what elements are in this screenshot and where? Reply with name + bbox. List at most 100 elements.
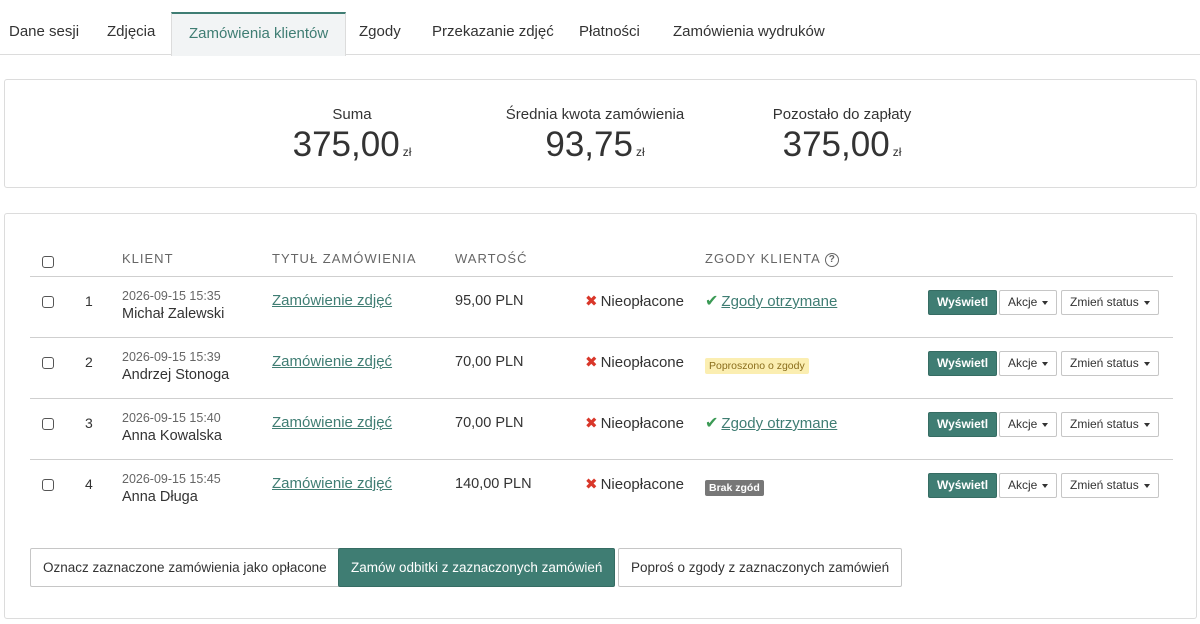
stat-total-currency: zł: [402, 145, 412, 159]
consent-status: ✔ Zgody otrzymane: [705, 413, 837, 433]
tab-client-orders[interactable]: Zamówienia klientów: [171, 12, 347, 56]
help-icon[interactable]: ?: [824, 253, 839, 267]
consent-status: Poproszono o zgody: [705, 356, 809, 374]
row-checkbox[interactable]: [42, 479, 54, 491]
table-header: KLIENT TYTUŁ ZAMÓWIENIA WARTOŚĆ ZGODY KL…: [30, 247, 870, 277]
stat-total-value: 375,00: [292, 125, 400, 164]
payment-status-label: Nieopłacone: [600, 415, 684, 432]
caret-down-icon: [1143, 300, 1150, 305]
actions-dropdown-label: Akcje: [1008, 295, 1038, 309]
header-consents-label: ZGODY KLIENTA: [705, 251, 821, 266]
table-row: 2 2026-09-15 15:39 Andrzej Stonoga Zamówien…: [30, 338, 1173, 399]
change-status-dropdown[interactable]: Zmień status: [1061, 412, 1159, 437]
actions-dropdown[interactable]: Akcje: [999, 412, 1058, 437]
order-date: 2026-09-15 15:35: [122, 289, 221, 303]
order-value: 95,00 PLN: [455, 293, 524, 309]
tab-bar: Dane sesji Zdjęcia Zamówienia klientów Z…: [0, 0, 1200, 56]
consent-status-badge: Brak zgód: [705, 480, 764, 496]
unpaid-x-icon: ✖: [585, 293, 598, 310]
view-order-button[interactable]: Wyświetl: [928, 412, 998, 437]
order-title-link[interactable]: Zamówienie zdjęć: [272, 292, 392, 309]
order-prints-button[interactable]: Zamów odbitki z zaznaczonych zamówień: [338, 548, 616, 587]
order-title-link[interactable]: Zamówienie zdjęć: [272, 475, 392, 492]
unpaid-x-icon: ✖: [585, 415, 598, 432]
stat-remaining-label: Pozostało do zapłaty: [772, 106, 912, 123]
caret-down-icon: [1042, 422, 1049, 427]
change-status-dropdown[interactable]: Zmień status: [1061, 290, 1159, 315]
row-checkbox[interactable]: [42, 418, 54, 430]
unpaid-x-icon: ✖: [585, 354, 598, 371]
payment-status: ✖ Nieopłacone: [585, 353, 684, 371]
stat-total-label: Suma: [332, 106, 372, 123]
check-icon: ✔: [705, 293, 719, 310]
order-value: 70,00 PLN: [455, 354, 524, 370]
consents-received-link[interactable]: Zgody otrzymane: [721, 293, 837, 310]
row-number: 2: [85, 354, 93, 370]
stat-average-value-wrap: 93,75 zł: [499, 125, 691, 165]
row-checkbox[interactable]: [42, 357, 54, 369]
client-name: Michał Zalewski: [122, 306, 225, 322]
request-consents-button[interactable]: Poproś o zgody z zaznaczonych zamówień: [618, 548, 903, 587]
row-checkbox[interactable]: [42, 296, 54, 308]
view-order-button[interactable]: Wyświetl: [928, 290, 998, 315]
header-consents: ZGODY KLIENTA?: [705, 251, 839, 267]
client-name: Anna Kowalska: [122, 428, 222, 444]
stat-remaining-value: 375,00: [782, 125, 890, 164]
view-order-button[interactable]: Wyświetl: [928, 473, 998, 498]
change-status-label: Zmień status: [1070, 295, 1139, 309]
summary-panel: Suma 375,00 zł Średnia kwota zamówienia 9…: [4, 79, 1197, 188]
change-status-label: Zmień status: [1070, 478, 1139, 492]
check-icon: ✔: [705, 415, 719, 432]
view-order-button[interactable]: Wyświetl: [928, 351, 998, 376]
order-title-link[interactable]: Zamówienie zdjęć: [272, 353, 392, 370]
mark-paid-button[interactable]: Oznacz zaznaczone zamówienia jako opłaco…: [30, 548, 340, 587]
caret-down-icon: [1143, 361, 1150, 366]
caret-down-icon: [1042, 300, 1049, 305]
change-status-dropdown[interactable]: Zmień status: [1061, 351, 1159, 376]
consents-received-link[interactable]: Zgody otrzymane: [721, 415, 837, 432]
actions-dropdown-label: Akcje: [1008, 356, 1038, 370]
select-all-checkbox[interactable]: [42, 256, 54, 268]
order-date: 2026-09-15 15:40: [122, 411, 221, 425]
change-status-dropdown[interactable]: Zmień status: [1061, 473, 1159, 498]
consent-status: Brak zgód: [705, 478, 764, 496]
table-row: 3 2026-09-15 15:40 Anna Kowalska Zamówienie…: [30, 399, 1173, 460]
caret-down-icon: [1042, 361, 1049, 366]
unpaid-x-icon: ✖: [585, 476, 598, 493]
payment-status: ✖ Nieopłacone: [585, 292, 684, 310]
payment-status-label: Nieopłacone: [600, 293, 684, 310]
order-value: 70,00 PLN: [455, 415, 524, 431]
orders-panel: KLIENT TYTUŁ ZAMÓWIENIA WARTOŚĆ ZGODY KL…: [4, 213, 1197, 619]
stat-remaining-currency: zł: [892, 145, 902, 159]
row-number: 4: [85, 476, 93, 492]
order-date: 2026-09-15 15:45: [122, 472, 221, 486]
tab-consents[interactable]: Zgody: [342, 12, 418, 55]
stat-remaining-value-wrap: 375,00 zł: [769, 125, 915, 165]
stat-remaining: Pozostało do zapłaty 375,00 zł: [769, 106, 915, 165]
payment-status: ✖ Nieopłacone: [585, 414, 684, 432]
stat-average-label: Średnia kwota zamówienia: [505, 106, 685, 123]
tab-print-orders[interactable]: Zamówienia wydruków: [656, 12, 842, 55]
header-order-title: TYTUŁ ZAMÓWIENIA: [272, 251, 417, 266]
actions-dropdown[interactable]: Akcje: [999, 290, 1058, 315]
header-client: KLIENT: [122, 251, 174, 266]
actions-dropdown[interactable]: Akcje: [999, 473, 1058, 498]
tab-session-data[interactable]: Dane sesji: [0, 12, 96, 55]
tab-photos[interactable]: Zdjęcia: [90, 12, 172, 55]
table-row: 4 2026-09-15 15:45 Anna Długa Zamówienie zd…: [30, 460, 1173, 521]
caret-down-icon: [1143, 422, 1150, 427]
payment-status: ✖ Nieopłacone: [585, 475, 684, 493]
actions-dropdown-label: Akcje: [1008, 417, 1038, 431]
actions-dropdown[interactable]: Akcje: [999, 351, 1058, 376]
stat-average-value: 93,75: [545, 125, 633, 164]
stat-average-currency: zł: [635, 145, 645, 159]
tab-photo-handover[interactable]: Przekazanie zdjęć: [415, 12, 571, 55]
order-title-link[interactable]: Zamówienie zdjęć: [272, 414, 392, 431]
consent-status: ✔ Zgody otrzymane: [705, 291, 837, 311]
client-name: Andrzej Stonoga: [122, 367, 230, 383]
client-name: Anna Długa: [122, 489, 198, 505]
stat-total: Suma 375,00 zł: [287, 106, 417, 165]
tab-payments[interactable]: Płatności: [562, 12, 657, 55]
caret-down-icon: [1042, 483, 1049, 488]
header-value: WARTOŚĆ: [455, 251, 528, 266]
